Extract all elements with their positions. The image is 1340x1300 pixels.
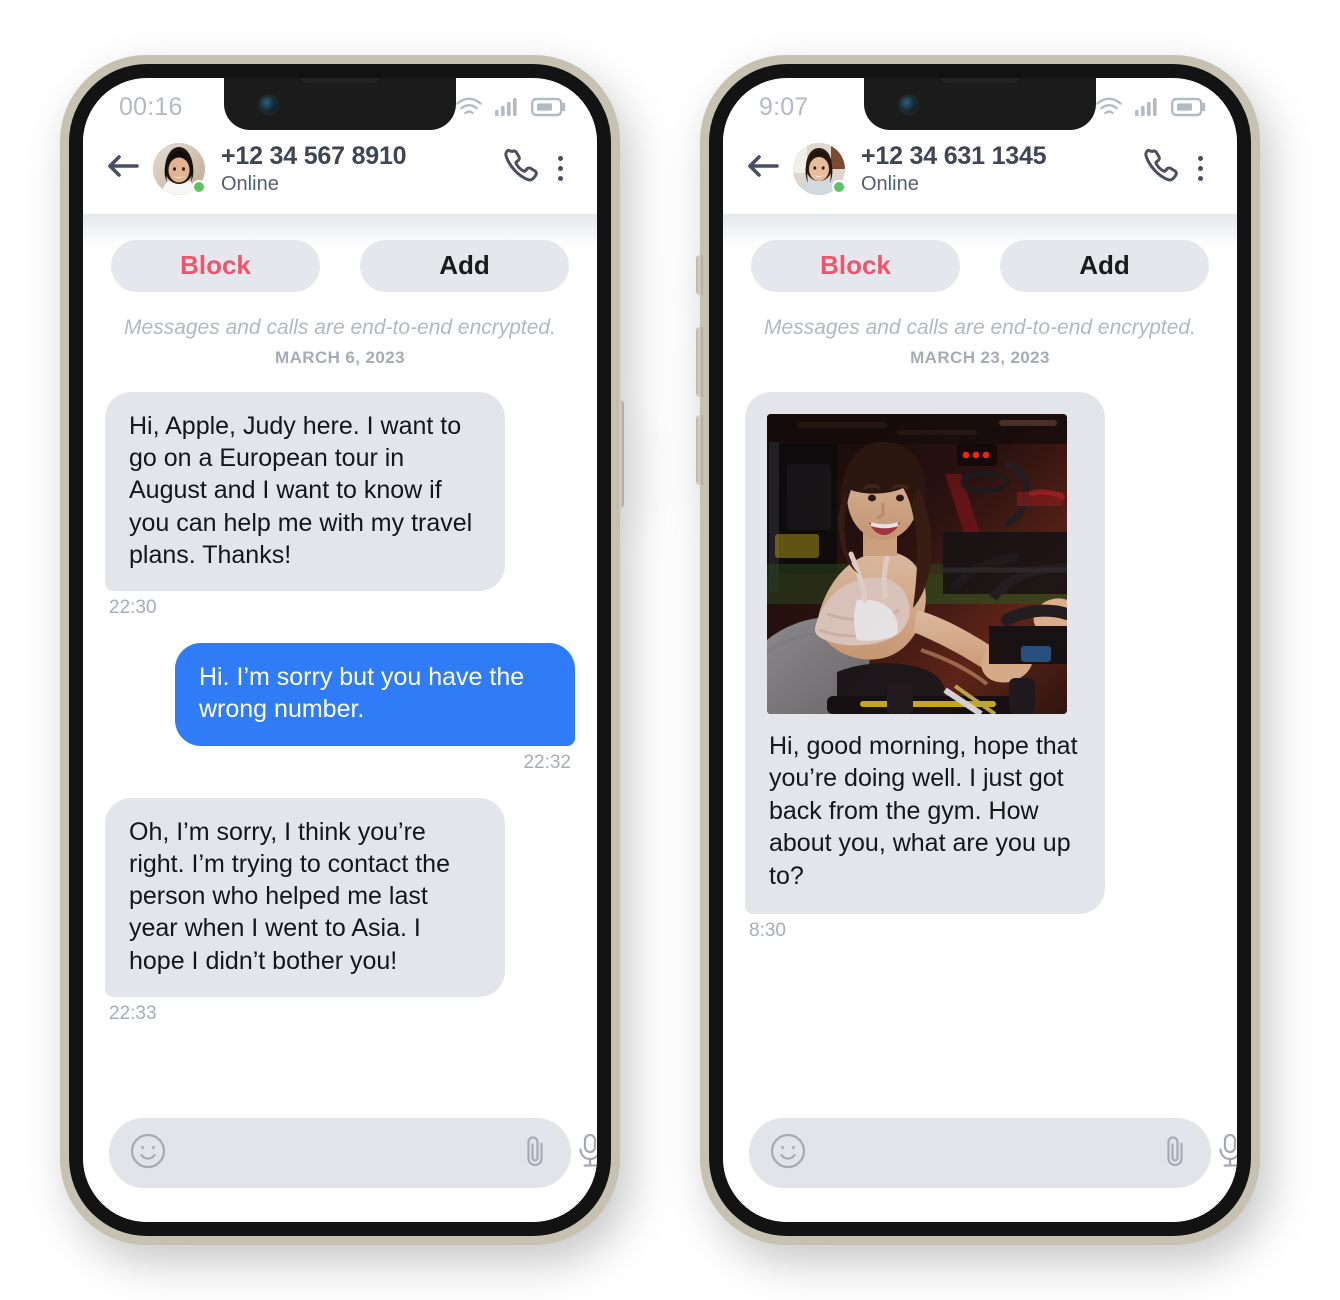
emoji-smiley-icon[interactable] bbox=[769, 1132, 807, 1175]
kebab-menu-icon[interactable] bbox=[1187, 156, 1213, 182]
front-camera-icon bbox=[260, 96, 277, 113]
microphone-icon[interactable] bbox=[1215, 1132, 1237, 1175]
back-arrow-icon[interactable] bbox=[105, 151, 145, 186]
message-text: Hi, good morning, hope that you’re doing… bbox=[769, 731, 1078, 890]
message-input[interactable] bbox=[191, 1139, 519, 1167]
conversation-pane[interactable]: Block Add Messages and calls are end-to-… bbox=[83, 213, 597, 1112]
wifi-icon bbox=[1095, 96, 1123, 118]
volume-up-button[interactable] bbox=[696, 327, 703, 397]
date-divider: MARCH 6, 2023 bbox=[275, 347, 405, 367]
status-clock: 9:07 bbox=[759, 92, 809, 121]
message-bubble[interactable]: Oh, I’m sorry, I think you’re right. I’m… bbox=[105, 797, 505, 997]
phone-screen: 00:16 +12 34 567 8910 Online Block Add M… bbox=[83, 78, 597, 1222]
battery-icon bbox=[1171, 96, 1207, 118]
wifi-icon bbox=[455, 96, 483, 118]
message-composer bbox=[723, 1112, 1237, 1222]
notch bbox=[864, 78, 1096, 130]
message-timestamp: 8:30 bbox=[749, 920, 786, 942]
message-timestamp: 22:33 bbox=[109, 1002, 157, 1024]
peer-name: +12 34 567 8910 bbox=[221, 142, 407, 170]
microphone-icon[interactable] bbox=[575, 1132, 597, 1175]
block-button[interactable]: Block bbox=[111, 239, 320, 292]
date-divider: MARCH 23, 2023 bbox=[910, 347, 1050, 367]
add-button[interactable]: Add bbox=[1000, 239, 1209, 292]
cellular-signal-icon bbox=[494, 96, 520, 118]
message-row: Hi, Apple, Judy here. I want to go on a … bbox=[105, 391, 575, 619]
phone-call-icon[interactable] bbox=[499, 145, 541, 192]
message-bubble[interactable]: Hi, Apple, Judy here. I want to go on a … bbox=[105, 391, 505, 591]
add-button[interactable]: Add bbox=[360, 239, 569, 292]
header-actions bbox=[499, 145, 573, 192]
earpiece-speaker bbox=[301, 78, 379, 83]
header-actions bbox=[1139, 145, 1213, 192]
screenshot-canvas: 00:16 +12 34 567 8910 Online Block Add M… bbox=[0, 0, 1340, 1300]
phone-right: 9:07 +12 34 631 1345 Online Block Add Me… bbox=[696, 55, 1260, 1245]
status-icons bbox=[1095, 96, 1207, 118]
gym-photo-attachment[interactable] bbox=[767, 413, 1067, 714]
message-bubble[interactable]: Hi, good morning, hope that you’re doing… bbox=[745, 391, 1105, 915]
encryption-notice: Messages and calls are end-to-end encryp… bbox=[764, 315, 1196, 339]
notch bbox=[224, 78, 456, 130]
message-row: Hi. I’m sorry but you have the wrong num… bbox=[105, 643, 575, 774]
conversation-pane[interactable]: Block Add Messages and calls are end-to-… bbox=[723, 213, 1237, 1112]
avatar[interactable] bbox=[793, 142, 846, 195]
status-icons bbox=[455, 96, 567, 118]
encryption-notice: Messages and calls are end-to-end encryp… bbox=[124, 315, 556, 339]
contact-actions: Block Add bbox=[745, 214, 1215, 292]
earpiece-speaker bbox=[941, 78, 1019, 83]
message-timestamp: 22:32 bbox=[523, 751, 571, 773]
phone-call-icon[interactable] bbox=[1139, 145, 1181, 192]
chat-header: +12 34 567 8910 Online bbox=[83, 132, 597, 214]
avatar[interactable] bbox=[153, 142, 206, 195]
paperclip-icon[interactable] bbox=[1159, 1132, 1191, 1175]
online-status-dot bbox=[192, 179, 206, 194]
block-button[interactable]: Block bbox=[751, 239, 960, 292]
volume-down-button[interactable] bbox=[696, 415, 703, 485]
peer-info: +12 34 631 1345 Online bbox=[861, 142, 1139, 196]
battery-icon bbox=[531, 96, 567, 118]
kebab-menu-icon[interactable] bbox=[547, 156, 573, 182]
message-row: Hi, good morning, hope that you’re doing… bbox=[745, 391, 1215, 943]
paperclip-icon[interactable] bbox=[519, 1132, 551, 1175]
front-camera-icon bbox=[900, 96, 917, 113]
phone-frame: 9:07 +12 34 631 1345 Online Block Add Me… bbox=[709, 64, 1251, 1236]
contact-actions: Block Add bbox=[105, 214, 575, 292]
message-bubble[interactable]: Hi. I’m sorry but you have the wrong num… bbox=[175, 643, 575, 746]
peer-info: +12 34 567 8910 Online bbox=[221, 142, 499, 196]
chat-header: +12 34 631 1345 Online bbox=[723, 132, 1237, 214]
phone-left: 00:16 +12 34 567 8910 Online Block Add M… bbox=[60, 55, 624, 1245]
message-input[interactable] bbox=[831, 1139, 1159, 1167]
message-row: Oh, I’m sorry, I think you’re right. I’m… bbox=[105, 797, 575, 1025]
phone-screen: 9:07 +12 34 631 1345 Online Block Add Me… bbox=[723, 78, 1237, 1222]
status-clock: 00:16 bbox=[119, 92, 183, 121]
message-composer bbox=[83, 1112, 597, 1222]
message-timestamp: 22:30 bbox=[109, 597, 157, 618]
cellular-signal-icon bbox=[1134, 96, 1160, 118]
phone-frame: 00:16 +12 34 567 8910 Online Block Add M… bbox=[69, 64, 611, 1236]
online-status-dot bbox=[832, 179, 846, 194]
power-button[interactable] bbox=[617, 400, 624, 508]
back-arrow-icon[interactable] bbox=[745, 151, 785, 186]
peer-status: Online bbox=[221, 172, 279, 195]
emoji-smiley-icon[interactable] bbox=[129, 1132, 167, 1175]
silent-switch[interactable] bbox=[696, 255, 703, 295]
peer-name: +12 34 631 1345 bbox=[861, 142, 1047, 170]
peer-status: Online bbox=[861, 172, 919, 195]
